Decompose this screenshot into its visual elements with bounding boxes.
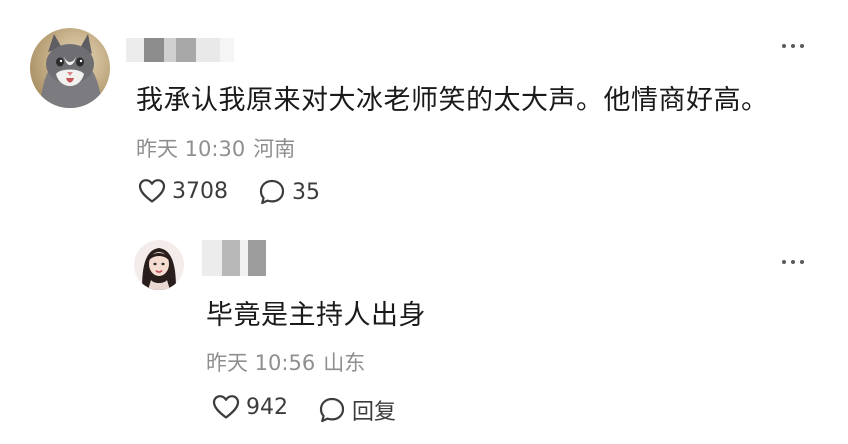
reply-like-button[interactable]: 942 [212, 394, 288, 420]
reply-button[interactable]: 回复 [318, 394, 396, 426]
like-count: 3708 [172, 178, 228, 204]
reply-text: 毕竟是主持人出身 [206, 300, 426, 331]
reply-meta: 昨天 10:56 山东 [206, 347, 365, 377]
heart-icon [138, 179, 166, 203]
comment-thread: 我承认我原来对大冰老师笑的太大声。他情商好高。 昨天 10:30 河南 3708 … [0, 0, 848, 444]
comment-meta: 昨天 10:30 河南 [136, 133, 295, 163]
reply-location: 山东 [323, 351, 366, 375]
more-dots-icon [800, 260, 804, 264]
reply-label: 回复 [352, 400, 397, 425]
more-options-button[interactable] [782, 44, 804, 48]
more-dots-icon [791, 260, 795, 264]
cat-avatar[interactable] [30, 28, 110, 108]
speech-bubble-icon [259, 179, 285, 205]
more-dots-icon [782, 44, 786, 48]
heart-icon [212, 395, 240, 419]
reply-count: 35 [292, 179, 320, 205]
reply-time: 昨天 10:56 [206, 351, 316, 375]
more-dots-icon [782, 260, 786, 264]
like-button[interactable]: 3708 [138, 178, 228, 204]
reply-username-redacted[interactable] [202, 240, 266, 276]
cat-avatar-icon [30, 28, 110, 108]
reply-more-options-button[interactable] [782, 260, 804, 264]
speech-bubble-icon [319, 397, 345, 423]
more-dots-icon [800, 44, 804, 48]
username-redacted[interactable] [126, 38, 234, 62]
comment-text: 我承认我原来对大冰老师笑的太大声。他情商好高。 [136, 85, 769, 116]
girl-avatar-icon [134, 240, 184, 290]
comment-location: 河南 [253, 137, 296, 161]
comment-button[interactable]: 35 [258, 178, 320, 206]
comment-time: 昨天 10:30 [136, 137, 246, 161]
reply-like-count: 942 [246, 394, 288, 420]
more-dots-icon [791, 44, 795, 48]
girl-avatar[interactable] [134, 240, 184, 290]
